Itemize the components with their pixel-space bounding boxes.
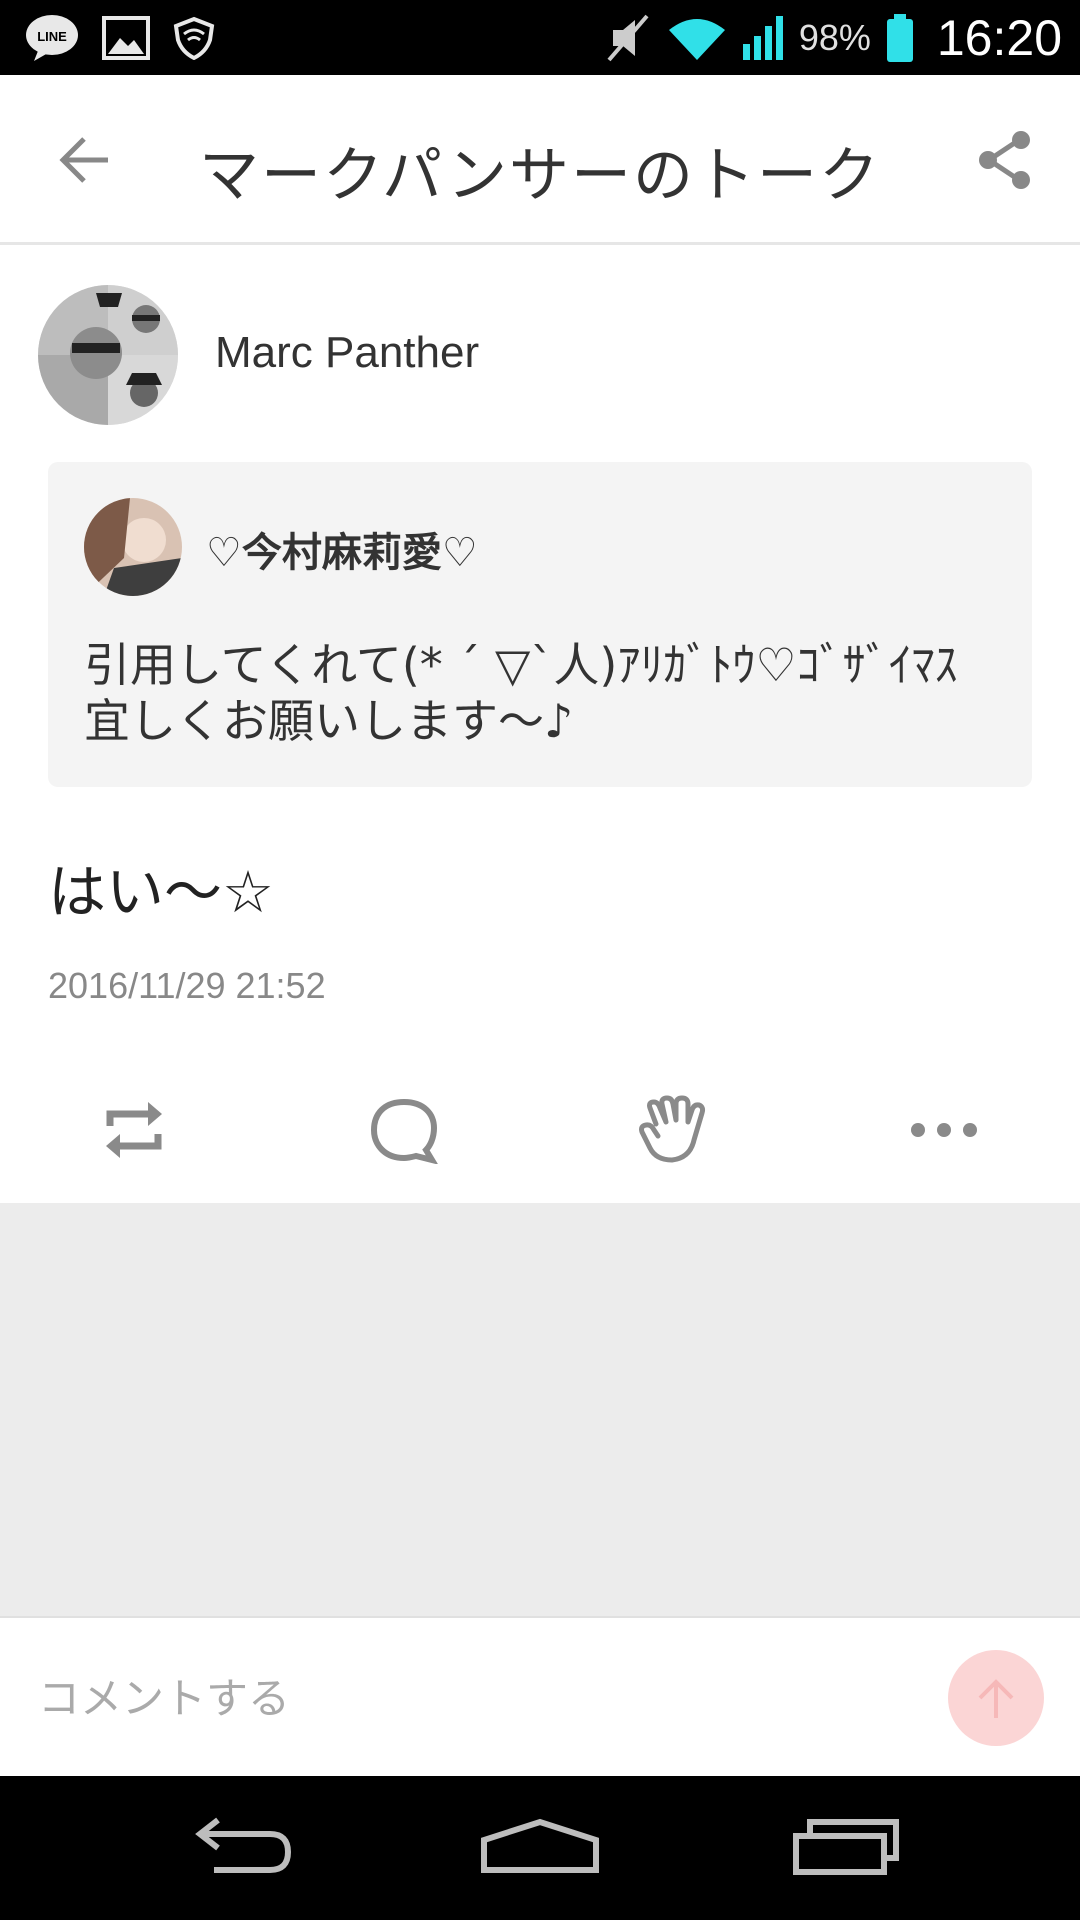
quoted-author-name[interactable]: ♡今村麻莉愛♡ <box>206 520 478 578</box>
more-icon <box>911 1123 977 1137</box>
author-avatar[interactable] <box>38 285 178 425</box>
wifi-icon <box>667 14 727 62</box>
status-bar-right: 98% 16:20 <box>603 0 1062 75</box>
more-button[interactable] <box>884 1080 1004 1180</box>
shield-icon <box>172 16 216 60</box>
share-button[interactable] <box>970 125 1040 195</box>
share-icon <box>979 131 1030 189</box>
post-timestamp: 2016/11/29 21:52 <box>48 965 326 1006</box>
page-title: マークパンサーのトーク <box>199 141 881 211</box>
nav-back-button[interactable] <box>174 1806 304 1886</box>
comment-input[interactable] <box>38 1668 898 1728</box>
nav-home-button[interactable] <box>475 1806 605 1886</box>
comment-icon <box>370 1098 438 1164</box>
nav-home-icon <box>481 1818 599 1873</box>
repost-button[interactable] <box>74 1080 194 1180</box>
line-app-icon: LINE <box>24 13 80 63</box>
navigation-bar <box>0 1776 1080 1920</box>
status-bar-left: LINE <box>24 0 216 75</box>
signal-icon <box>741 14 785 62</box>
nav-recents-icon <box>793 1819 899 1875</box>
mute-icon <box>603 12 653 64</box>
arrow-up-icon <box>978 1679 1014 1718</box>
nav-recents-button[interactable] <box>780 1806 910 1886</box>
status-clock: 16:20 <box>936 9 1062 66</box>
quoted-author-avatar[interactable] <box>84 498 182 596</box>
battery-percent: 98% <box>798 16 871 58</box>
comment-button[interactable] <box>344 1080 464 1180</box>
quoted-text: 引用してくれて(* ´ ▽`人)ｱﾘｶﾞﾄｳ♡ｺﾞｻﾞｲﾏｽ 宜しくお願いします… <box>84 638 958 748</box>
app-bar: マークパンサーのトーク <box>0 75 1080 245</box>
comments-area <box>0 1203 1080 1618</box>
repost-icon <box>106 1102 162 1158</box>
comment-bar <box>0 1620 1080 1776</box>
battery-icon <box>885 13 915 63</box>
clap-button[interactable] <box>614 1080 734 1180</box>
gallery-icon <box>102 15 150 60</box>
post-body: はい〜☆ <box>48 858 274 926</box>
nav-back-icon <box>195 1817 292 1873</box>
quoted-post[interactable]: ♡今村麻莉愛♡ 引用してくれて(* ´ ▽`人)ｱﾘｶﾞﾄｳ♡ｺﾞｻﾞｲﾏｽ 宜… <box>48 462 1032 787</box>
status-bar: LINE 98% 16:20 <box>0 0 1080 75</box>
author-name[interactable]: Marc Panther <box>215 328 479 378</box>
send-button[interactable] <box>948 1650 1044 1746</box>
svg-text:LINE: LINE <box>37 29 67 44</box>
clap-icon <box>639 1095 706 1163</box>
action-bar <box>0 1080 1080 1200</box>
